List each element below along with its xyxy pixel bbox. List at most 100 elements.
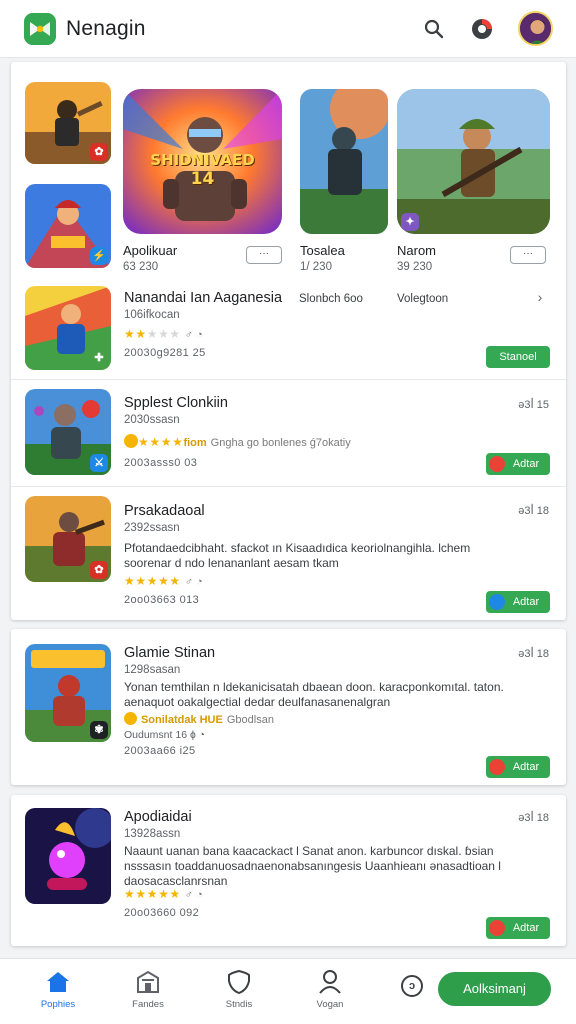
main-card: ✿ ⚡ SHIDNIVAED 14 ✦ Apolikuar 63 230 ···… (11, 62, 566, 620)
rating-stars: ★★★★fiom Gngha go bonlenes ǵ7okatiy (124, 434, 351, 449)
app-icon: ✚ (25, 286, 111, 370)
open-button[interactable]: Adtar (486, 756, 550, 778)
app-extra: Oudumsnt 16 ɸ ◔ (124, 729, 205, 741)
app-icon: ⚔ (25, 389, 111, 475)
app-mini-icon (489, 456, 505, 472)
rating-stars: ★★★★★ ♂ ◔ (124, 327, 203, 341)
rating-note: Gbodlsan (226, 714, 274, 726)
app-mini-icon (489, 594, 505, 610)
app-date: 20o03660 092 (124, 907, 200, 919)
shield-icon (209, 969, 269, 995)
store-icon (118, 969, 178, 995)
app-title: Glamie Stinan (124, 645, 216, 661)
nav-label: Vogan (316, 999, 344, 1010)
nav-item-profile[interactable]: Vogan (300, 969, 360, 1010)
app-mini-icon (489, 759, 505, 775)
app-subtitle: 2392ssasn (124, 522, 180, 534)
app-subtitle: 1298sasan (124, 664, 181, 676)
app-logo[interactable] (24, 13, 56, 45)
divider (11, 379, 566, 380)
more-button[interactable]: ··· (246, 246, 282, 264)
rating-note: Gngha go bonlenes ǵ7okatiy (210, 437, 351, 449)
search-icon[interactable] (420, 15, 448, 43)
thumb-small-2[interactable]: ⚡ (25, 184, 111, 268)
open-button[interactable]: Adtar (486, 591, 550, 613)
avatar[interactable] (518, 11, 553, 46)
app-title: Nanandai Ian Aaganesia (124, 290, 283, 306)
tile-meta: 39 230 (397, 261, 433, 273)
rating-stars: Sonilatdak HUE Gbodlsan (124, 712, 274, 726)
badge-icon: ⚡ (90, 247, 108, 265)
app-title: Nenagin (66, 17, 146, 40)
poster-number: 14 (190, 169, 215, 189)
person-icon (300, 969, 360, 995)
app-subtitle: 106ifkocan (124, 309, 180, 321)
nav-item-shield[interactable]: Stndis (209, 969, 269, 1010)
rating-extra: fiom (183, 437, 207, 449)
open-button-label: Adtar (512, 761, 540, 773)
rating-meta: ♂ ◔ (184, 329, 203, 341)
badge-icon: ✿ (90, 561, 108, 579)
app-tag: Volegtoon (397, 293, 449, 305)
app-title: Prsakadaoal (124, 503, 205, 519)
thumb-small-1[interactable]: ✿ (25, 82, 111, 164)
app-description: Naaunt uanan bana kaacackact l Sanat ano… (124, 844, 501, 888)
list-card[interactable]: ✾ Glamie Stinan 1298sasan ǝ3ꟾ 18 Yonan t… (11, 629, 566, 785)
tile-title: Narom (397, 243, 437, 258)
app-description: Yonan temthilan n ldekanicisatah dbaean … (124, 680, 504, 709)
home-icon (28, 969, 88, 995)
app-date: 2003asss0 03 (124, 457, 198, 469)
rating-stars: ★★★★★ ♂ ◔ (124, 887, 203, 901)
tile-title: Tosalea (300, 243, 345, 258)
app-mini-icon (489, 920, 505, 936)
featured-poster-2[interactable] (300, 89, 388, 234)
tile-meta: 1/ 230 (300, 261, 332, 273)
app-icon (25, 808, 111, 904)
open-button[interactable]: Adtar (486, 917, 550, 939)
featured-poster[interactable]: SHIDNIVAED 14 (123, 89, 282, 234)
app-size: ǝ3ꟾ 18 (518, 812, 549, 824)
open-button-label: Adtar (512, 596, 540, 608)
badge-icon: ⚔ (90, 454, 108, 472)
app-icon: ✾ (25, 644, 111, 742)
install-button[interactable]: Stanoel (486, 346, 550, 368)
app-subtitle: 13928assn (124, 828, 181, 840)
app-date: 2oo03663 013 (124, 594, 200, 606)
app-size: ǝ3ꟾ 15 (518, 399, 549, 411)
nav-item-store[interactable]: Fandes (118, 969, 178, 1010)
app-date: 2003aa66 i25 (124, 745, 196, 757)
nav-item-home[interactable]: Pophies (28, 969, 88, 1010)
open-button-label: Adtar (512, 458, 540, 470)
app-tag: Slonbch 6oo (299, 293, 363, 305)
nav-label: Stndis (225, 999, 253, 1010)
open-button-label: Adtar (512, 922, 540, 934)
featured-poster-3[interactable]: ✦ (397, 89, 550, 234)
app-title: Spplest Clonkiin (124, 395, 228, 411)
badge-icon: ✿ (90, 143, 108, 161)
app-title: Apodiaidai (124, 809, 192, 825)
rating-extra: Sonilatdak HUE (140, 714, 223, 726)
app-bar: Nenagin (0, 0, 576, 58)
app-subtitle: 2030ssasn (124, 414, 180, 426)
badge-icon: ✚ (90, 349, 108, 367)
rating-stars: ★★★★★ ♂ ◔ (124, 574, 203, 588)
chevron-right-icon[interactable]: › (531, 288, 549, 306)
divider (11, 486, 566, 487)
app-size: ǝ3ꟾ 18 (518, 505, 549, 517)
list-card[interactable]: Apodiaidai 13928assn ǝ3ꟾ 18 Naaunt uanan… (11, 795, 566, 946)
more-button[interactable]: ··· (510, 246, 546, 264)
record-icon[interactable] (468, 15, 496, 43)
badge-icon: ✦ (401, 213, 419, 231)
primary-action-button[interactable]: Aolksimanj (438, 972, 551, 1006)
badge-icon: ✾ (90, 721, 108, 739)
app-icon: ✿ (25, 496, 111, 582)
poster-title: SHIDNIVAED (150, 151, 255, 169)
refresh-icon[interactable]: ↄ (401, 975, 423, 997)
open-button[interactable]: Adtar (486, 453, 550, 475)
app-description: Pfotandaedcibhaht. sfackot ın Kisaadıdic… (124, 541, 471, 570)
nav-label: Fandes (132, 999, 164, 1010)
app-size: ǝ3ꟾ 18 (518, 648, 549, 660)
tile-meta: 63 230 (123, 261, 159, 273)
tile-title: Apolikuar (123, 243, 178, 258)
nav-label: Pophies (40, 999, 76, 1010)
